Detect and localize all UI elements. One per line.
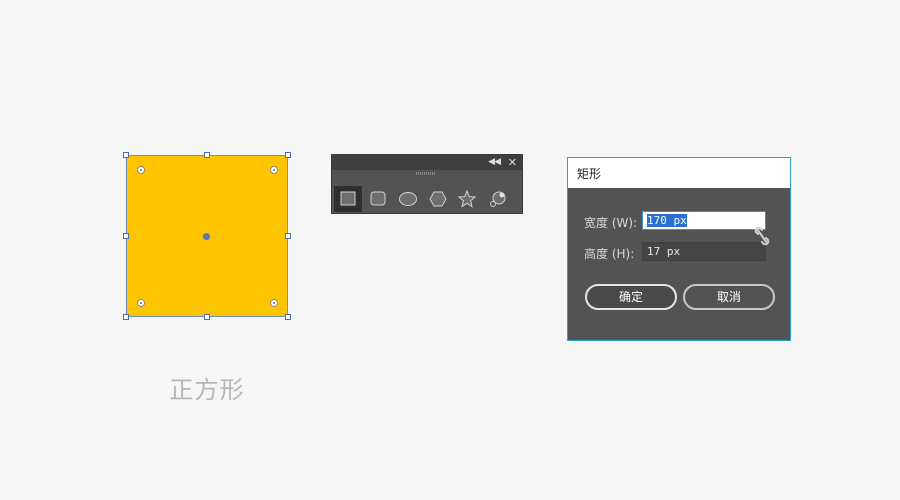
height-input[interactable]: 17 px bbox=[642, 242, 766, 261]
corner-radius-widget-bottom-right[interactable] bbox=[270, 299, 278, 307]
handle-bottom-right[interactable] bbox=[285, 314, 291, 320]
star-tool[interactable] bbox=[453, 186, 481, 212]
hexagon-icon bbox=[429, 191, 447, 207]
handle-bottom-middle[interactable] bbox=[204, 314, 210, 320]
star-icon bbox=[457, 189, 477, 208]
ellipse-icon bbox=[399, 192, 417, 206]
panel-grip-handle[interactable] bbox=[416, 172, 436, 175]
shape-caption: 正方形 bbox=[169, 376, 245, 404]
rounded-rectangle-tool[interactable] bbox=[364, 186, 392, 212]
flare-icon bbox=[490, 191, 506, 207]
width-input[interactable]: 170 px bbox=[642, 211, 766, 230]
handle-top-middle[interactable] bbox=[204, 152, 210, 158]
handle-top-left[interactable] bbox=[123, 152, 129, 158]
dialog-title: 矩形 bbox=[577, 167, 602, 181]
polygon-tool[interactable] bbox=[424, 186, 452, 212]
flare-tool[interactable] bbox=[484, 186, 512, 212]
ellipse-tool[interactable] bbox=[394, 186, 422, 212]
rectangle-icon bbox=[340, 191, 356, 206]
square-shape[interactable] bbox=[123, 152, 291, 320]
width-value: 170 px bbox=[647, 214, 687, 227]
corner-radius-widget-top-right[interactable] bbox=[270, 166, 278, 174]
height-label: 高度 (H): bbox=[584, 247, 635, 261]
handle-middle-right[interactable] bbox=[285, 233, 291, 239]
corner-radius-widget-bottom-left[interactable] bbox=[137, 299, 145, 307]
handle-top-right[interactable] bbox=[285, 152, 291, 158]
broken-link-icon[interactable] bbox=[752, 225, 772, 247]
double-chevron-left-icon[interactable]: ◀◀ bbox=[488, 156, 501, 169]
corner-radius-widget-top-left[interactable] bbox=[137, 166, 145, 174]
center-point bbox=[203, 233, 210, 240]
handle-middle-left[interactable] bbox=[123, 233, 129, 239]
handle-bottom-left[interactable] bbox=[123, 314, 129, 320]
close-icon[interactable]: ✕ bbox=[508, 155, 517, 170]
ok-button[interactable]: 确定 bbox=[585, 284, 677, 310]
rectangle-dialog: 矩形 宽度 (W): 170 px 高度 (H): 17 px 确定 取消 bbox=[567, 157, 791, 341]
rounded-rectangle-icon bbox=[370, 191, 386, 206]
height-value: 17 px bbox=[647, 245, 681, 258]
width-label: 宽度 (W): bbox=[584, 216, 638, 230]
dialog-titlebar[interactable]: 矩形 bbox=[568, 158, 790, 188]
panel-titlebar[interactable]: ◀◀ ✕ bbox=[332, 155, 522, 170]
rectangle-tool[interactable] bbox=[334, 186, 362, 212]
cancel-button[interactable]: 取消 bbox=[683, 284, 775, 310]
shape-tools-panel: ◀◀ ✕ bbox=[332, 155, 522, 213]
